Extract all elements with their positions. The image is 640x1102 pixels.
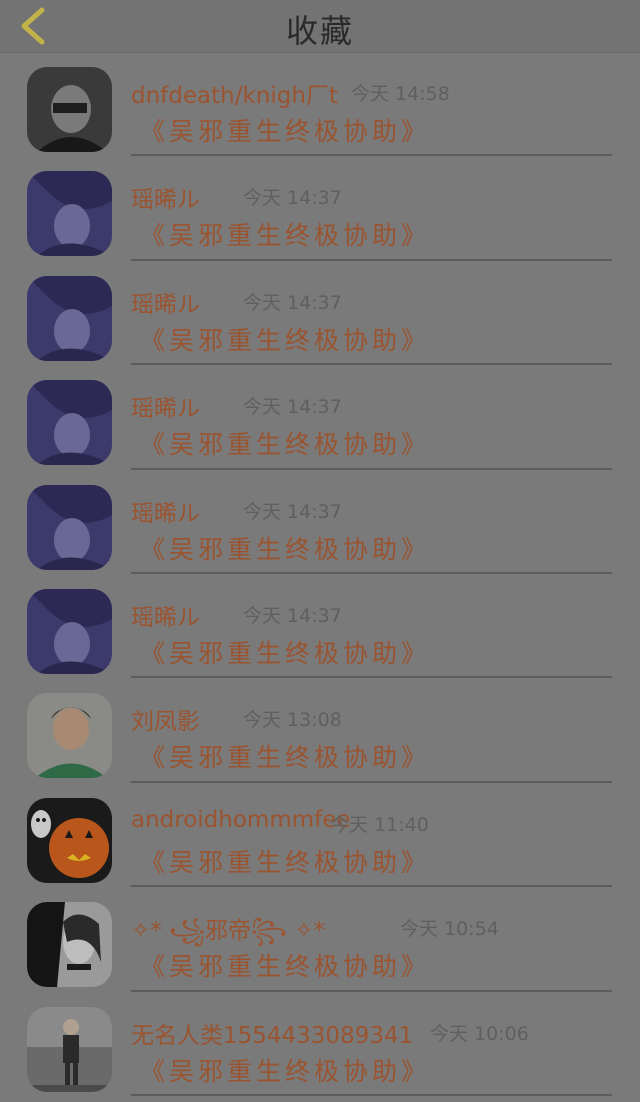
avatar — [27, 693, 112, 779]
list-item[interactable]: ✧* ꧁邪帝꧂ ✧* 今天 10:54 《吴邪重生终极协助》 — [0, 887, 640, 992]
timestamp: 今天 14:37 — [243, 291, 342, 314]
list-item[interactable]: 无名人类15544330893​41 今天 10:06 《吴邪重生终极协助》 — [0, 992, 640, 1096]
list-item[interactable]: 瑶晞ル 今天 14:37 《吴邪重生终极协助》 — [0, 261, 640, 366]
sender-name: 无名人类15544330893​41 — [131, 1022, 414, 1049]
avatar — [27, 902, 112, 988]
message-text: 《吴邪重生终极协助》 — [140, 638, 431, 668]
avatar — [27, 380, 112, 466]
timestamp: 今天 11:40 — [330, 813, 429, 836]
timestamp: 今天 14:37 — [243, 187, 342, 210]
avatar — [27, 588, 112, 674]
sender-name: 瑶晞ル — [131, 500, 200, 527]
list-item[interactable]: 瑶晞ル 今天 14:37 《吴邪重生终极协助》 — [0, 470, 640, 574]
sender-name: 瑶晞ル — [131, 604, 200, 631]
message-text: 《吴邪重生终极协助》 — [140, 117, 431, 146]
avatar — [27, 67, 112, 152]
list-item[interactable]: 瑶晞ル 今天 14:37 《吴邪重生终极协助》 — [0, 156, 640, 261]
timestamp: 今天 10:06 — [430, 1022, 529, 1045]
timestamp: 今天 14:37 — [243, 500, 342, 523]
timestamp: 今天 14:37 — [243, 396, 342, 419]
sender-name: 瑶晞ル — [131, 291, 200, 318]
page-title: 收藏 — [285, 12, 354, 50]
list-item[interactable]: 刘凤影 今天 13:08 《吴邪重生终极协助》 — [0, 678, 640, 783]
message-text: 《吴邪重生终极协助》 — [140, 534, 431, 564]
message-text: 《吴邪重生终极协助》 — [140, 430, 431, 460]
top-bar: 收藏 — [0, 0, 640, 53]
sender-name: androidhommmfee — [131, 806, 351, 833]
timestamp: 今天 10:54 — [400, 918, 499, 941]
avatar — [27, 797, 112, 883]
avatar — [27, 1006, 112, 1092]
message-text: 《吴邪重生终极协助》 — [140, 325, 431, 355]
message-text: 《吴邪重生终极协助》 — [140, 847, 431, 877]
avatar — [27, 275, 112, 361]
message-text: 《吴邪重生终极协助》 — [140, 952, 431, 982]
avatar — [27, 484, 112, 570]
row-divider — [131, 1093, 612, 1096]
message-text: 《吴邪重生终极协助》 — [140, 221, 431, 251]
avatar — [27, 171, 112, 257]
list-item[interactable]: 瑶晞ル 今天 14:37 《吴邪重生终极协助》 — [0, 574, 640, 679]
sender-name: dnfdeath/knigh厂t — [131, 83, 338, 109]
sender-name: 瑶晞ル — [131, 396, 200, 423]
message-text: 《吴邪重生终极协助》 — [140, 743, 431, 773]
timestamp: 今天 14:58 — [351, 83, 450, 105]
list-item[interactable]: dnfdeath/knigh厂t 今天 14:58 《吴邪重生终极协助》 — [0, 52, 640, 157]
message-text: 《吴邪重生终极协助》 — [140, 1056, 431, 1086]
list-item[interactable]: androidhommmfee 今天 11:40 《吴邪重生终极协助》 — [0, 783, 640, 888]
timestamp: 今天 13:08 — [243, 709, 342, 732]
sender-name: 刘凤影 — [131, 709, 200, 736]
list-item[interactable]: 瑶晞ル 今天 14:37 《吴邪重生终极协助》 — [0, 365, 640, 470]
favorites-list: dnfdeath/knigh厂t 今天 14:58 《吴邪重生终极协助》 瑶晞ル… — [0, 52, 640, 1096]
timestamp: 今天 14:37 — [243, 604, 342, 627]
sender-name: 瑶晞ル — [131, 187, 200, 214]
